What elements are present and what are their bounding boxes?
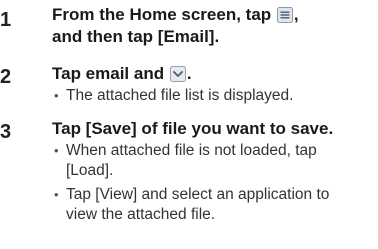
bullet-text: The attached file list is displayed.: [66, 87, 294, 104]
step-bullets: • The attached file list is displayed.: [52, 86, 374, 106]
step-title-text: From the Home screen, tap: [52, 5, 272, 24]
bullet-dot: •: [54, 187, 59, 202]
step-title-tail: ,: [293, 5, 299, 24]
step-title: Tap email and .: [52, 63, 374, 85]
step-bullets: • When attached file is not loaded, tap …: [52, 141, 374, 225]
step-title-text: Tap email and: [52, 64, 165, 83]
bullet-dot: •: [54, 143, 59, 158]
chevron-down-icon: [169, 66, 186, 82]
bullet-item: • When attached file is not loaded, tap …: [52, 141, 374, 181]
menu-icon: [276, 7, 293, 23]
bullet-item: • The attached file list is displayed.: [52, 86, 374, 106]
bullet-text-line1: Tap [View] and select an application to: [66, 186, 330, 203]
step-title-tail: .: [186, 64, 192, 83]
step-number: 2: [0, 66, 12, 88]
bullet-text-line1: When attached file is not loaded, tap: [66, 142, 317, 159]
bullet-text-line2: [Load].: [66, 162, 114, 179]
step-title-line2: and then tap [Email].: [52, 27, 220, 46]
step-number: 3: [0, 121, 12, 143]
step-title: From the Home screen, tap ,: [52, 4, 374, 26]
bullet-text-line2: view the attached file.: [66, 206, 216, 223]
bullet-dot: •: [54, 88, 59, 103]
step-number: 1: [0, 9, 12, 31]
step-title: Tap [Save] of file you want to save.: [52, 119, 334, 138]
bullet-item: • Tap [View] and select an application t…: [52, 185, 374, 225]
